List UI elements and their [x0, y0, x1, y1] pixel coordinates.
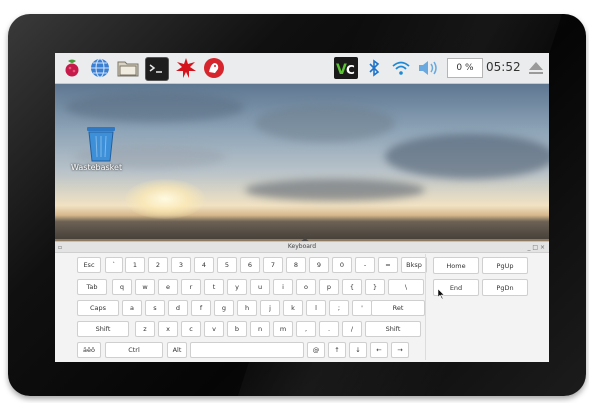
key-d[interactable]: d	[168, 300, 188, 316]
key-compose[interactable]: äëö	[77, 342, 101, 358]
key-p[interactable]: p	[319, 279, 339, 295]
key-return[interactable]: Ret	[371, 300, 425, 316]
key-caps-lock[interactable]: Caps	[77, 300, 119, 316]
cloud	[385, 134, 549, 179]
key-c[interactable]: c	[181, 321, 201, 337]
wifi-icon[interactable]	[390, 57, 412, 79]
key-v[interactable]: v	[204, 321, 224, 337]
key-at[interactable]: @	[307, 342, 325, 358]
key-f[interactable]: f	[191, 300, 211, 316]
key-n[interactable]: n	[250, 321, 270, 337]
key-3[interactable]: 3	[171, 257, 191, 273]
key-backslash[interactable]: \	[388, 279, 424, 295]
sun-glow	[125, 179, 205, 219]
key-minus[interactable]: -	[355, 257, 375, 273]
key-g[interactable]: g	[214, 300, 234, 316]
vnc-icon[interactable]: VC	[334, 57, 358, 79]
mathematica-icon[interactable]	[175, 57, 197, 79]
taskbar: VC 0 % 05:52	[55, 53, 549, 84]
keyboard-separator	[425, 254, 426, 360]
key-slash[interactable]: /	[342, 321, 362, 337]
clock[interactable]: 05:52	[486, 60, 521, 74]
key-equals[interactable]: =	[378, 257, 398, 273]
key-left[interactable]: ←	[370, 342, 388, 358]
key-x[interactable]: x	[158, 321, 178, 337]
keyboard-title: Keyboard	[287, 243, 317, 250]
key-e[interactable]: e	[158, 279, 178, 295]
key-comma[interactable]: ,	[296, 321, 316, 337]
key-z[interactable]: z	[135, 321, 155, 337]
key-9[interactable]: 9	[309, 257, 329, 273]
file-manager-icon[interactable]	[117, 57, 139, 79]
key-y[interactable]: y	[227, 279, 247, 295]
key-semicolon[interactable]: ;	[329, 300, 349, 316]
cloud	[65, 92, 245, 122]
key-2[interactable]: 2	[148, 257, 168, 273]
key-k[interactable]: k	[283, 300, 303, 316]
volume-icon[interactable]	[417, 57, 439, 79]
key-alt[interactable]: Alt	[167, 342, 187, 358]
eject-icon[interactable]	[525, 57, 547, 79]
key-pgup[interactable]: PgUp	[482, 257, 528, 274]
window-controls[interactable]: _ □ ×	[527, 243, 545, 253]
keyboard-titlebar[interactable]: ▫ Keyboard _ □ ×	[55, 242, 549, 253]
key-8[interactable]: 8	[286, 257, 306, 273]
key-home[interactable]: Home	[433, 257, 479, 274]
key-shift[interactable]: Shift	[77, 321, 129, 337]
key-close-brace[interactable]: }	[365, 279, 385, 295]
raspberry-menu-icon[interactable]	[61, 57, 83, 79]
key-i[interactable]: i	[273, 279, 293, 295]
key-0[interactable]: 0	[332, 257, 352, 273]
key-esc[interactable]: Esc	[77, 257, 101, 273]
cloud	[245, 179, 425, 201]
key-1[interactable]: 1	[125, 257, 145, 273]
key-q[interactable]: q	[112, 279, 132, 295]
key-b[interactable]: b	[227, 321, 247, 337]
bluetooth-icon[interactable]	[363, 57, 385, 79]
mouse-cursor-icon	[438, 289, 445, 299]
key-6[interactable]: 6	[240, 257, 260, 273]
svg-text:C: C	[346, 63, 355, 77]
browser-globe-icon[interactable]	[89, 57, 111, 79]
key-space[interactable]	[190, 342, 304, 358]
key-backspace[interactable]: Bksp	[401, 257, 427, 273]
key-7[interactable]: 7	[263, 257, 283, 273]
key-u[interactable]: u	[250, 279, 270, 295]
key-o[interactable]: o	[296, 279, 316, 295]
key-backtick[interactable]: `	[105, 257, 123, 273]
key-pgdn[interactable]: PgDn	[482, 279, 528, 296]
key-w[interactable]: w	[135, 279, 155, 295]
key-s[interactable]: s	[145, 300, 165, 316]
key-down[interactable]: ↓	[349, 342, 367, 358]
key-h[interactable]: h	[237, 300, 257, 316]
cloud	[255, 104, 395, 142]
key-up[interactable]: ↑	[328, 342, 346, 358]
key-ctrl[interactable]: Ctrl	[105, 342, 163, 358]
trash-label: Wastebasket	[71, 163, 123, 172]
wolfram-icon[interactable]	[203, 57, 225, 79]
key-a[interactable]: a	[122, 300, 142, 316]
screen: VC 0 % 05:52 Wastebasket ▫ Keyboard _ □ …	[55, 53, 549, 362]
keyboard-window-icon: ▫	[58, 244, 63, 251]
key-j[interactable]: j	[260, 300, 280, 316]
keyboard-window: ▫ Keyboard _ □ × Esc ` 1 2 3 4 5 6 7 8 9 0- = Bksp Tab…	[55, 241, 549, 362]
key-period[interactable]: .	[319, 321, 339, 337]
key-tab[interactable]: Tab	[77, 279, 107, 295]
trash-icon[interactable]	[85, 124, 117, 164]
key-quote[interactable]: '	[352, 300, 372, 316]
key-shift[interactable]: Shift	[365, 321, 421, 337]
key-r[interactable]: r	[181, 279, 201, 295]
key-t[interactable]: t	[204, 279, 224, 295]
key-open-brace[interactable]: {	[342, 279, 362, 295]
key-l[interactable]: l	[306, 300, 326, 316]
key-right[interactable]: →	[391, 342, 409, 358]
key-m[interactable]: m	[273, 321, 293, 337]
key-4[interactable]: 4	[194, 257, 214, 273]
terminal-icon[interactable]	[145, 57, 169, 81]
desktop-wallpaper: Wastebasket	[55, 84, 549, 275]
cpu-usage-monitor[interactable]: 0 %	[447, 58, 483, 78]
key-5[interactable]: 5	[217, 257, 237, 273]
